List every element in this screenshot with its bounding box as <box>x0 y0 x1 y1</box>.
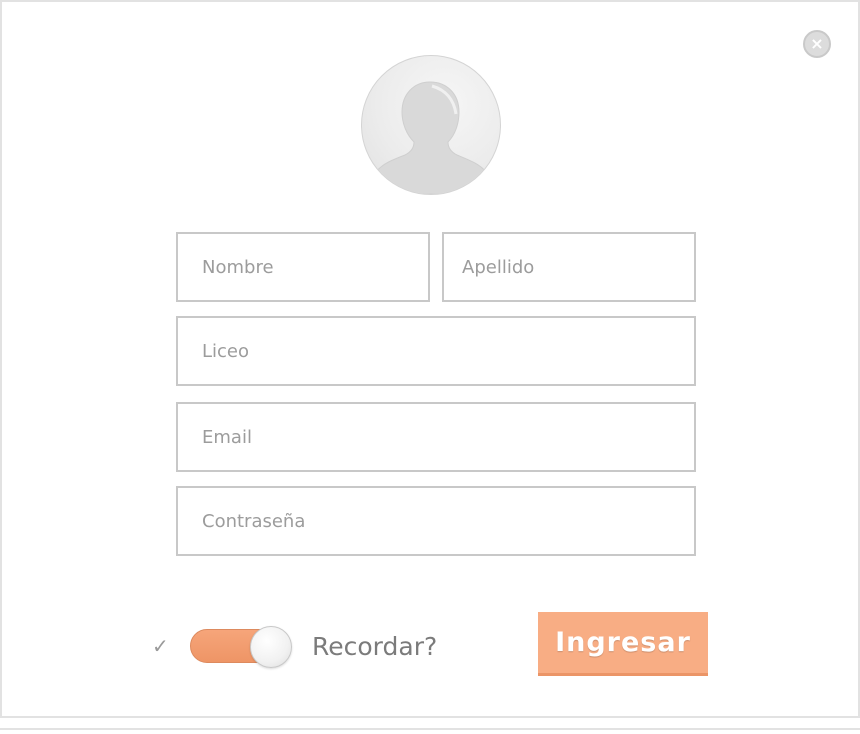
email-input[interactable] <box>176 402 696 472</box>
first-name-input[interactable] <box>176 232 430 302</box>
close-button[interactable]: × <box>803 30 831 58</box>
remember-label: Recordar? <box>312 632 438 661</box>
avatar[interactable] <box>361 55 501 195</box>
close-icon: × <box>810 34 824 53</box>
submit-button[interactable]: Ingresar <box>538 612 708 676</box>
remember-toggle[interactable] <box>190 626 294 668</box>
check-icon: ✓ <box>152 634 169 658</box>
login-dialog: × ✓ Recordar? Ingresar <box>0 0 860 718</box>
password-input[interactable] <box>176 486 696 556</box>
user-silhouette-icon <box>375 81 487 194</box>
toggle-knob[interactable] <box>250 626 292 668</box>
bottom-divider <box>0 728 860 730</box>
last-name-input[interactable] <box>442 232 696 302</box>
school-input[interactable] <box>176 316 696 386</box>
bottom-divider <box>0 716 860 718</box>
